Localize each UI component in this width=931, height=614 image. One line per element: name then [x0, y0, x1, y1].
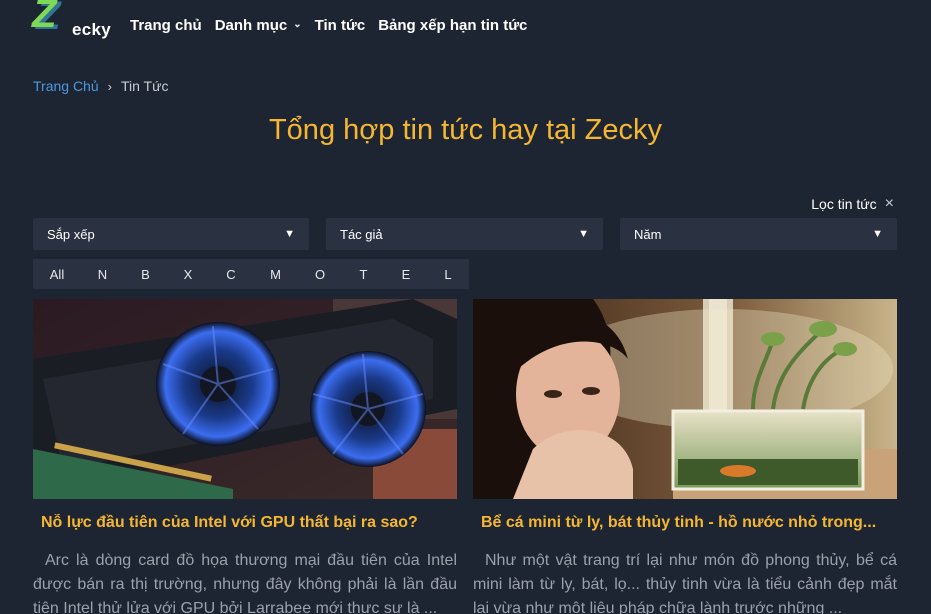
- graphics-card-photo: [33, 299, 457, 499]
- site-header: Z Z ecky Trang chủ Danh mục ⌄ Tin tức Bản…: [0, 0, 931, 52]
- article-excerpt: Arc là dòng card đồ họa thương mại đầu t…: [33, 552, 457, 614]
- letter-m[interactable]: M: [253, 259, 298, 289]
- letter-c[interactable]: C: [209, 259, 253, 289]
- page: Z Z ecky Trang chủ Danh mục ⌄ Tin tức Bản…: [0, 0, 931, 614]
- letter-o[interactable]: O: [298, 259, 342, 289]
- nav-home[interactable]: Trang chủ: [130, 17, 202, 34]
- letter-e[interactable]: E: [385, 259, 427, 289]
- chevron-down-icon: ▼: [578, 228, 589, 240]
- breadcrumb: Trang Chủ › Tin Tức: [33, 78, 168, 94]
- letter-t[interactable]: T: [342, 259, 385, 289]
- article-image[interactable]: [473, 299, 897, 499]
- zecky-logo[interactable]: Z Z ecky: [32, 0, 112, 40]
- breadcrumb-current: Tin Tức: [120, 78, 169, 94]
- letter-all[interactable]: All: [33, 259, 81, 289]
- close-icon[interactable]: ×: [885, 195, 894, 213]
- letter-n[interactable]: N: [81, 259, 124, 289]
- logo-text: ecky: [72, 20, 112, 39]
- girl-with-aquarium-photo: [473, 299, 897, 499]
- chevron-right-icon: ›: [107, 78, 112, 94]
- article-title[interactable]: Nỗ lực đầu tiên của Intel với GPU thất b…: [41, 514, 451, 532]
- breadcrumb-home[interactable]: Trang Chủ: [33, 78, 99, 94]
- author-select[interactable]: Tác giả ▼: [326, 218, 603, 250]
- article-title[interactable]: Bể cá mini từ ly, bát thủy tinh - hồ nướ…: [481, 514, 891, 532]
- main-nav: Trang chủ Danh mục ⌄ Tin tức Bảng xếp hạn…: [130, 17, 540, 34]
- filter-selects: Sắp xếp ▼ Tác giả ▼ Năm ▼: [33, 218, 897, 250]
- chevron-down-icon: ⌄: [293, 19, 302, 30]
- page-title: Tổng hợp tin tức hay tại Zecky: [268, 114, 663, 146]
- chevron-down-icon: ▼: [872, 228, 883, 240]
- nav-categories[interactable]: Danh mục ⌄: [215, 17, 302, 34]
- letter-x[interactable]: X: [167, 259, 209, 289]
- year-select[interactable]: Năm ▼: [620, 218, 897, 250]
- letter-filter: All N B X C M O T E L: [33, 259, 469, 289]
- letter-b[interactable]: B: [124, 259, 167, 289]
- nav-news[interactable]: Tin tức: [315, 17, 366, 34]
- article-excerpt: Như một vật trang trí lại như món đồ pho…: [473, 552, 897, 614]
- letter-l[interactable]: L: [427, 259, 469, 289]
- article-image[interactable]: [33, 299, 457, 499]
- nav-news-ranking[interactable]: Bảng xếp hạn tin tức: [378, 17, 527, 34]
- filter-toggle[interactable]: Lọc tin tức ×: [811, 195, 894, 213]
- sort-select[interactable]: Sắp xếp ▼: [33, 218, 309, 250]
- filter-toggle-label: Lọc tin tức: [811, 196, 877, 212]
- chevron-down-icon: ▼: [284, 228, 295, 240]
